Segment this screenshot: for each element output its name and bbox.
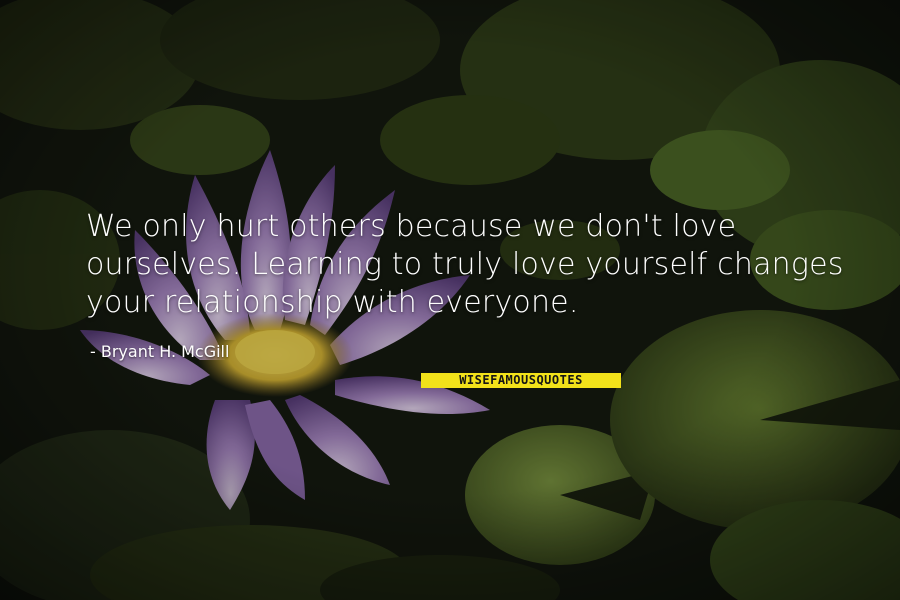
quote-line: ourselves. Learning to truly love yourse…: [86, 247, 844, 282]
wisefamousquotes-logo: WISEFAMOUSQUOTES: [421, 373, 621, 388]
quote-line: your relationship with everyone.: [86, 285, 579, 320]
quote-author: - Bryant H. McGill: [90, 342, 230, 361]
quote-text: We only hurt others because we don't lov…: [86, 208, 846, 322]
quote-image: We only hurt others because we don't lov…: [0, 0, 900, 600]
quote-line: We only hurt others because we don't lov…: [86, 209, 737, 244]
